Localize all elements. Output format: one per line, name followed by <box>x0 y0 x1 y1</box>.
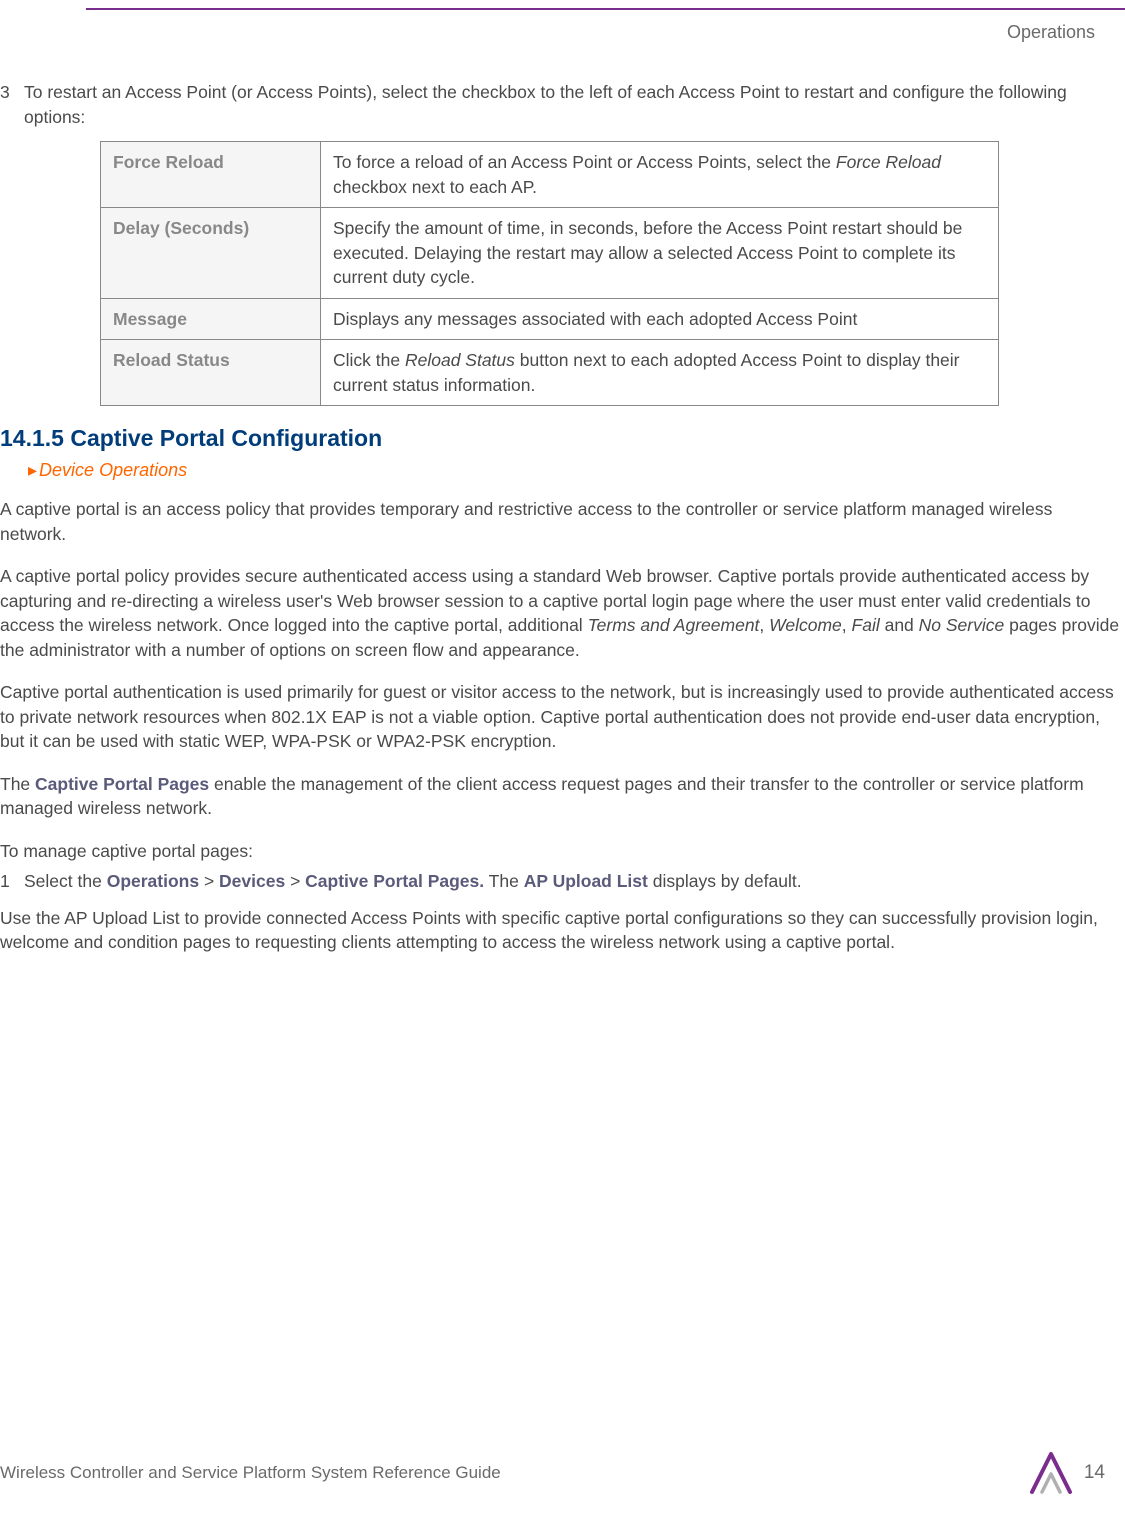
body-paragraph: Use the AP Upload List to provide connec… <box>0 906 1123 955</box>
body-paragraph: To manage captive portal pages: <box>0 839 1123 864</box>
page-footer: Wireless Controller and Service Platform… <box>0 1450 1125 1496</box>
table-row: Force Reload To force a reload of an Acc… <box>101 142 999 208</box>
footer-title: Wireless Controller and Service Platform… <box>0 1461 501 1485</box>
step-span: > <box>285 871 305 891</box>
table-label: Reload Status <box>101 340 321 406</box>
step-span: > <box>199 871 219 891</box>
breadcrumb-text: Device Operations <box>39 460 187 480</box>
table-label: Message <box>101 298 321 340</box>
table-desc: To force a reload of an Access Point or … <box>321 142 999 208</box>
step-1: 1 Select the Operations > Devices > Capt… <box>0 869 1123 894</box>
para-text: , <box>842 615 852 635</box>
breadcrumb-arrow-icon: ▸ <box>28 460 37 480</box>
breadcrumb: ▸Device Operations <box>28 458 1123 483</box>
table-row: Message Displays any messages associated… <box>101 298 999 340</box>
table-desc: Click the Reload Status button next to e… <box>321 340 999 406</box>
para-text: , <box>759 615 769 635</box>
step-text: To restart an Access Point (or Access Po… <box>24 80 1123 129</box>
step-bold: Devices <box>219 871 285 891</box>
top-rule <box>86 8 1125 10</box>
body-paragraph: A captive portal is an access policy tha… <box>0 497 1123 546</box>
desc-text: checkbox next to each AP. <box>333 177 537 197</box>
step-bold: AP Upload List <box>524 871 648 891</box>
brand-logo-icon <box>1028 1450 1074 1496</box>
step-3: 3 To restart an Access Point (or Access … <box>0 80 1123 129</box>
para-italic: Fail <box>852 615 880 635</box>
desc-text: Displays any messages associated with ea… <box>333 309 857 329</box>
step-bold: Captive Portal Pages. <box>305 871 484 891</box>
para-text: and <box>880 615 919 635</box>
step-number: 3 <box>0 80 24 129</box>
page-content: 3 To restart an Access Point (or Access … <box>0 80 1125 973</box>
options-table: Force Reload To force a reload of an Acc… <box>100 141 999 406</box>
desc-text: Click the <box>333 350 405 370</box>
table-label: Delay (Seconds) <box>101 208 321 299</box>
table-desc: Specify the amount of time, in seconds, … <box>321 208 999 299</box>
header-chapter-label: Operations <box>1007 20 1095 45</box>
table-row: Reload Status Click the Reload Status bu… <box>101 340 999 406</box>
body-paragraph: Captive portal authentication is used pr… <box>0 680 1123 754</box>
desc-text: Specify the amount of time, in seconds, … <box>333 218 962 287</box>
step-span: Select the <box>24 871 107 891</box>
section-heading: 14.1.5 Captive Portal Configuration <box>0 422 1123 454</box>
body-paragraph: A captive portal policy provides secure … <box>0 564 1123 662</box>
para-bold: Captive Portal Pages <box>35 774 209 794</box>
page-number: 14 <box>1084 1460 1105 1487</box>
step-number: 1 <box>0 869 24 894</box>
para-italic: No Service <box>919 615 1005 635</box>
para-italic: Welcome <box>769 615 842 635</box>
body-paragraph: The Captive Portal Pages enable the mana… <box>0 772 1123 821</box>
para-italic: Terms and Agreement <box>588 615 760 635</box>
desc-text: To force a reload of an Access Point or … <box>333 152 836 172</box>
table-label: Force Reload <box>101 142 321 208</box>
step-span: The <box>484 871 524 891</box>
table-row: Delay (Seconds) Specify the amount of ti… <box>101 208 999 299</box>
step-text: Select the Operations > Devices > Captiv… <box>24 869 1123 894</box>
step-bold: Operations <box>107 871 199 891</box>
table-desc: Displays any messages associated with ea… <box>321 298 999 340</box>
para-text: The <box>0 774 35 794</box>
desc-italic: Reload Status <box>405 350 515 370</box>
desc-italic: Force Reload <box>836 152 941 172</box>
step-span: displays by default. <box>648 871 802 891</box>
